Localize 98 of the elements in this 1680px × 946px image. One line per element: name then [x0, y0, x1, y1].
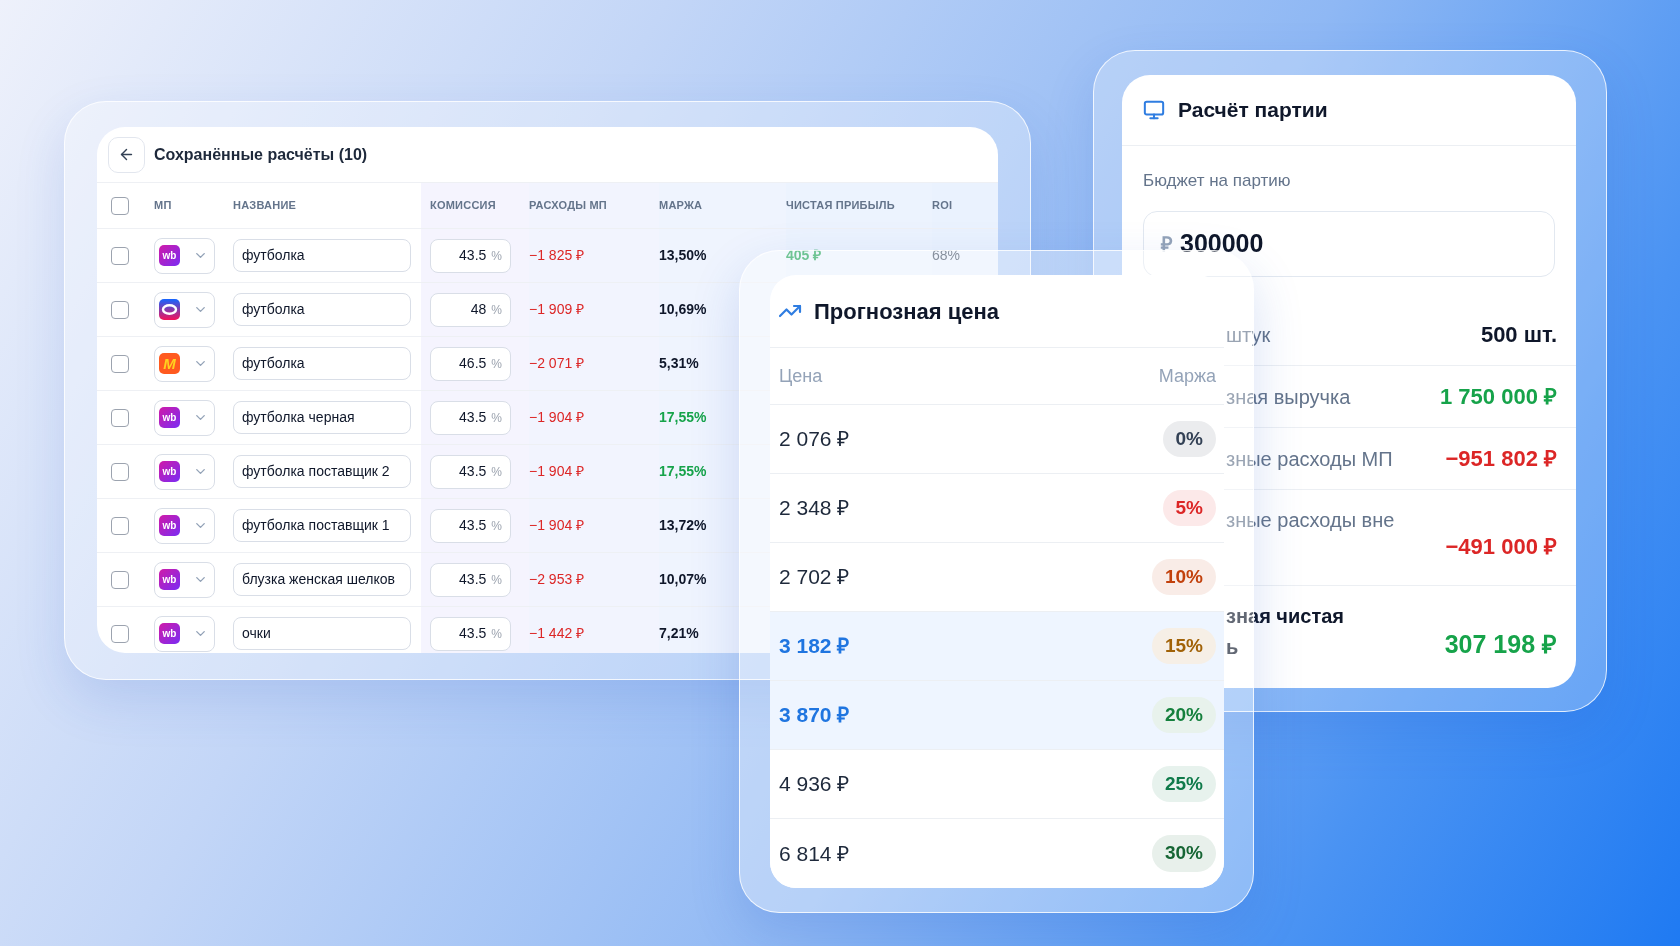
- column-header: МП: [154, 198, 172, 214]
- checkbox[interactable]: [111, 300, 129, 319]
- row-label: зная выручка: [1226, 384, 1351, 410]
- marketplace-select[interactable]: wb: [154, 561, 215, 598]
- margin-badge: 30%: [1151, 835, 1216, 872]
- expense-amount: −2 953 ₽: [529, 570, 585, 589]
- amount-value: 500 шт.: [1480, 321, 1557, 349]
- checkbox[interactable]: [111, 624, 129, 643]
- row-label: зные расходы вне: [1226, 508, 1395, 532]
- monitor-icon: [1143, 99, 1165, 121]
- profit-value: 405 ₽: [786, 246, 822, 265]
- column-header: Маржа: [1158, 364, 1216, 388]
- commission-field[interactable]: 48 %: [430, 292, 511, 327]
- marketplace-logo: wb: [159, 461, 180, 482]
- marketplace-select[interactable]: wb: [154, 507, 215, 544]
- ring-logo-icon: [159, 299, 180, 320]
- commission-field[interactable]: 43.5 %: [430, 616, 511, 651]
- name-field[interactable]: блузка женская шелков: [233, 563, 411, 596]
- marketplace-select[interactable]: wb: [154, 453, 215, 490]
- margin-value: 13,50%: [659, 246, 707, 265]
- checkbox[interactable]: [111, 196, 129, 215]
- column-header: ROI: [932, 198, 953, 214]
- commission-field[interactable]: 43.5 %: [430, 562, 511, 597]
- commission-field[interactable]: 43.5 %: [430, 508, 511, 543]
- checkbox[interactable]: [111, 462, 129, 481]
- budget-field[interactable]: ₽ 300000: [1143, 211, 1555, 277]
- amount-value: −491 000 ₽: [1445, 533, 1557, 561]
- margin-value: 5,31%: [659, 354, 699, 373]
- row-label: зная чистая ь: [1226, 604, 1344, 660]
- commission-field[interactable]: 46.5 %: [430, 346, 511, 381]
- column-header: Цена: [779, 364, 823, 388]
- marketplace-logo: wb: [159, 569, 180, 590]
- margin-badge: 0%: [1162, 420, 1216, 458]
- price-value: 2 702 ₽: [779, 564, 850, 591]
- expense-amount: −1 825 ₽: [529, 246, 585, 265]
- checkbox[interactable]: [111, 354, 129, 373]
- margin-badge: 5%: [1162, 489, 1216, 527]
- column-header: ЧИСТАЯ ПРИБЫЛЬ: [786, 198, 895, 214]
- margin-badge: 25%: [1151, 765, 1216, 803]
- commission-field[interactable]: 43.5 %: [430, 238, 511, 273]
- expense-amount: −1 904 ₽: [529, 462, 585, 481]
- column-header: КОМИССИЯ: [430, 198, 496, 214]
- table-title: Сохранённые расчёты (10): [154, 144, 368, 165]
- margin-value: 10,07%: [659, 570, 707, 589]
- row-label: зные расходы МП: [1226, 446, 1393, 472]
- name-field[interactable]: футболка поставщик 2: [233, 455, 411, 488]
- card-title: Расчёт партии: [1178, 97, 1328, 124]
- column-header: НАЗВАНИЕ: [233, 198, 297, 214]
- margin-value: 17,55%: [659, 462, 707, 481]
- price-value: 3 870 ₽: [779, 702, 850, 729]
- expense-amount: −1 904 ₽: [529, 408, 585, 427]
- commission-field[interactable]: 43.5 %: [430, 454, 511, 489]
- name-field[interactable]: футболка: [233, 347, 411, 380]
- checkbox[interactable]: [111, 516, 129, 535]
- marketplace-logo: M: [159, 353, 180, 374]
- name-field[interactable]: очки: [233, 617, 411, 650]
- roi-value: 68%: [932, 246, 961, 265]
- marketplace-select[interactable]: [154, 291, 215, 328]
- commission-field[interactable]: 43.5 %: [430, 400, 511, 435]
- amount-value: −951 802 ₽: [1445, 445, 1557, 473]
- margin-value: 17,55%: [659, 408, 707, 427]
- expense-amount: −1 909 ₽: [529, 300, 585, 319]
- margin-value: 13,72%: [659, 516, 707, 535]
- expense-amount: −2 071 ₽: [529, 354, 585, 373]
- price-value: 6 814 ₽: [779, 840, 850, 867]
- margin-badge: 20%: [1151, 696, 1216, 734]
- margin-value: 7,21%: [659, 624, 699, 643]
- marketplace-select[interactable]: wb: [154, 237, 215, 274]
- price-value: 4 936 ₽: [779, 771, 850, 798]
- price-value: 3 182 ₽: [779, 633, 850, 660]
- column-header: МАРЖА: [659, 198, 703, 214]
- card-title: Прогнозная цена: [814, 297, 999, 326]
- checkbox[interactable]: [111, 408, 129, 427]
- row-label: штук: [1226, 322, 1271, 348]
- margin-value: 10,69%: [659, 300, 707, 319]
- checkbox[interactable]: [111, 246, 129, 265]
- marketplace-logo: wb: [159, 407, 180, 428]
- marketplace-select[interactable]: wb: [154, 615, 215, 652]
- column-header: РАСХОДЫ МП: [529, 198, 607, 214]
- amount-value: 307 198 ₽: [1444, 628, 1557, 660]
- price-value: 2 076 ₽: [779, 426, 850, 453]
- name-field[interactable]: футболка поставщик 1: [233, 509, 411, 542]
- marketplace-logo: wb: [159, 515, 180, 536]
- marketplace-select[interactable]: wb: [154, 399, 215, 436]
- name-field[interactable]: футболка черная: [233, 401, 411, 434]
- margin-badge: 10%: [1151, 558, 1216, 596]
- checkbox[interactable]: [111, 570, 129, 589]
- amount-value: 1 750 000 ₽: [1440, 383, 1557, 411]
- marketplace-logo: wb: [159, 623, 180, 644]
- back-button[interactable]: [108, 136, 145, 173]
- name-field[interactable]: футболка: [233, 239, 411, 272]
- margin-badge: 15%: [1151, 627, 1216, 665]
- expense-amount: −1 904 ₽: [529, 516, 585, 535]
- expense-amount: −1 442 ₽: [529, 624, 585, 643]
- marketplace-logo: wb: [159, 245, 180, 266]
- name-field[interactable]: футболка: [233, 293, 411, 326]
- field-label: Бюджет на партию: [1143, 170, 1292, 192]
- price-value: 2 348 ₽: [779, 495, 850, 522]
